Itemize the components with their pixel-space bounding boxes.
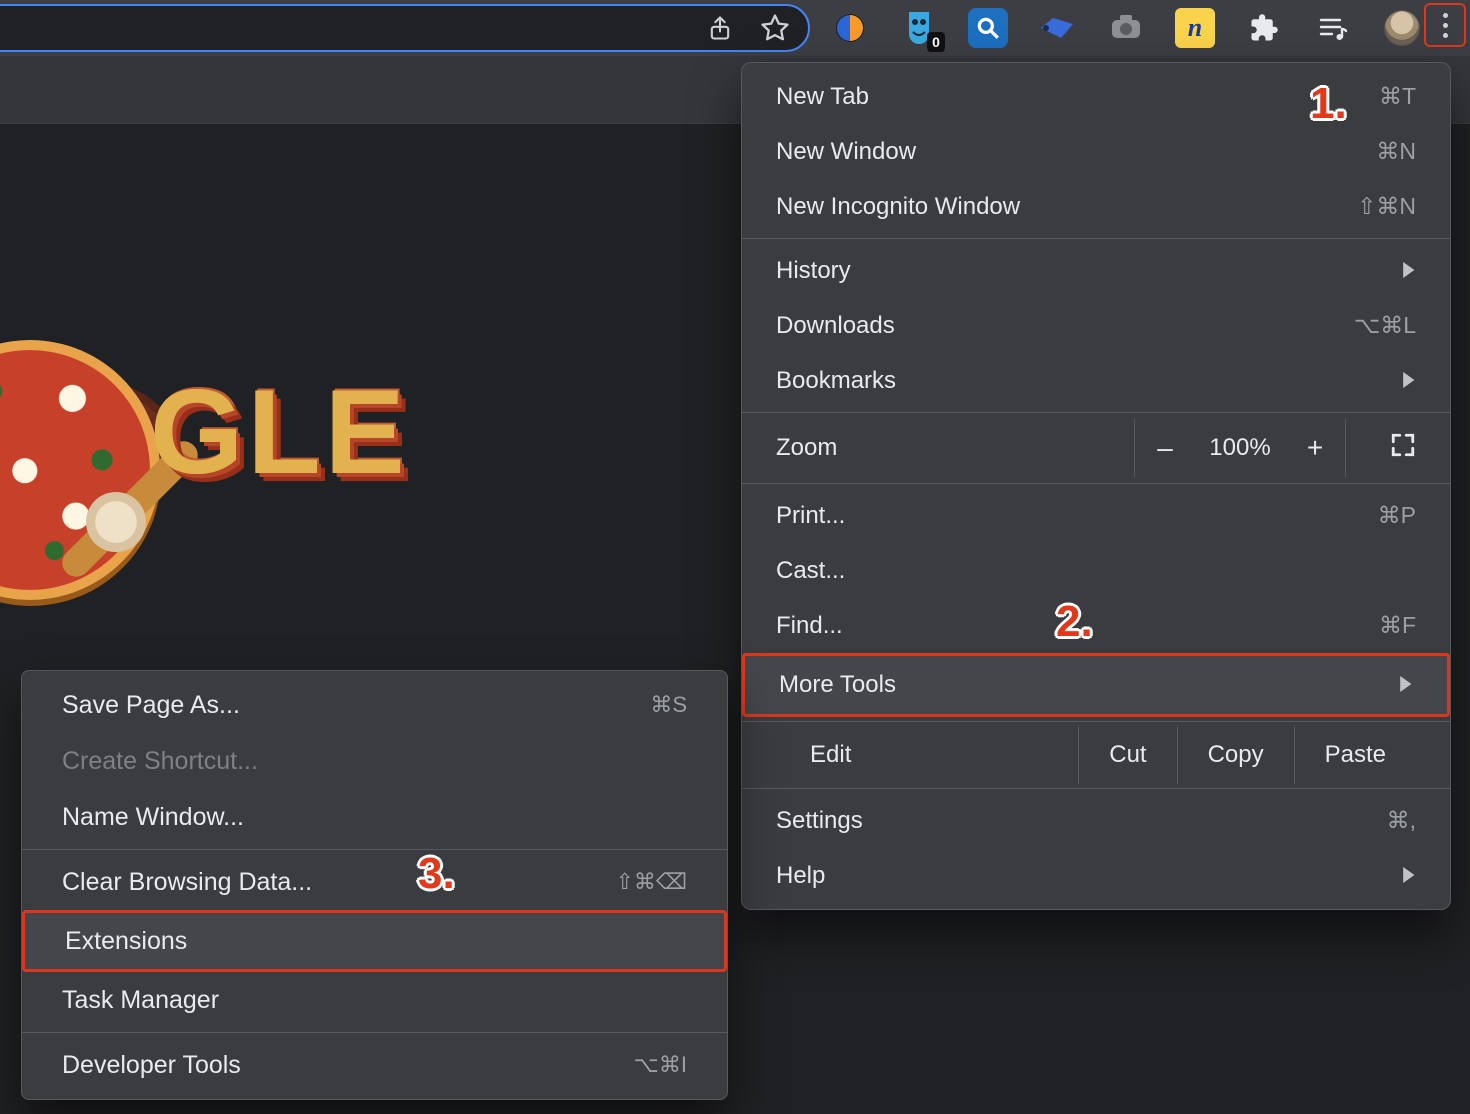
annotation-2: 2.: [1056, 600, 1093, 644]
menu-item-label: New Incognito Window: [776, 193, 1020, 221]
extension-icon-4[interactable]: [1037, 8, 1077, 48]
menu-item-label: New Window: [776, 138, 916, 166]
chevron-right-icon: [1400, 367, 1416, 395]
menu-help[interactable]: Help: [742, 848, 1450, 903]
menu-item-label: Downloads: [776, 312, 895, 340]
menu-shortcut: ⌘S: [650, 692, 687, 718]
menu-print[interactable]: Print... ⌘P: [742, 488, 1450, 543]
menu-separator: [22, 1032, 727, 1033]
chrome-main-menu: New Tab ⌘T New Window ⌘N New Incognito W…: [741, 62, 1451, 910]
profile-avatar[interactable]: [1382, 8, 1422, 48]
menu-item-label: Task Manager: [62, 986, 219, 1015]
menu-shortcut: ⌘P: [1378, 502, 1416, 529]
menu-downloads[interactable]: Downloads ⌥⌘L: [742, 298, 1450, 353]
submenu-extensions-highlight: Extensions: [22, 910, 727, 972]
menu-item-label: Print...: [776, 502, 845, 530]
menu-item-label: Create Shortcut...: [62, 747, 258, 776]
menu-shortcut: ⌘,: [1387, 807, 1416, 834]
menu-item-label: Edit: [776, 726, 851, 784]
extension-icon-5[interactable]: [1106, 8, 1146, 48]
menu-separator: [742, 238, 1450, 239]
menu-item-label: Name Window...: [62, 803, 244, 832]
menu-settings[interactable]: Settings ⌘,: [742, 793, 1450, 848]
media-control-icon[interactable]: [1313, 8, 1353, 48]
edit-cut-button[interactable]: Cut: [1078, 726, 1176, 784]
submenu-extensions[interactable]: Extensions: [25, 913, 724, 969]
menu-shortcut: ⇧⌘⌫: [615, 869, 687, 895]
submenu-name-window[interactable]: Name Window...: [22, 789, 727, 845]
fullscreen-icon[interactable]: [1390, 432, 1416, 465]
menu-shortcut: ⌘F: [1379, 612, 1416, 639]
zoom-out-button[interactable]: –: [1135, 432, 1195, 464]
menu-more-tools[interactable]: More Tools: [745, 656, 1447, 714]
menu-find[interactable]: Find... ⌘F: [742, 598, 1450, 653]
extension-icon-1[interactable]: [830, 8, 870, 48]
submenu-create-shortcut: Create Shortcut...: [22, 733, 727, 789]
menu-item-label: Clear Browsing Data...: [62, 868, 312, 897]
menu-shortcut: ⌘N: [1376, 138, 1416, 165]
zoom-in-button[interactable]: +: [1285, 432, 1345, 464]
menu-new-incognito[interactable]: New Incognito Window ⇧⌘N: [742, 179, 1450, 234]
menu-item-label: Save Page As...: [62, 691, 240, 720]
annotation-3: 3.: [418, 852, 455, 896]
menu-new-window[interactable]: New Window ⌘N: [742, 124, 1450, 179]
extensions-puzzle-icon[interactable]: [1244, 8, 1284, 48]
divider: [1345, 419, 1346, 477]
menu-more-tools-highlight: More Tools: [742, 653, 1450, 717]
submenu-clear-browsing-data[interactable]: Clear Browsing Data... ⇧⌘⌫: [22, 854, 727, 910]
extension-icon-6[interactable]: n: [1175, 8, 1215, 48]
menu-shortcut: ⌥⌘L: [1354, 312, 1416, 339]
menu-separator: [22, 849, 727, 850]
annotation-1: 1.: [1310, 82, 1347, 126]
menu-separator: [742, 788, 1450, 789]
menu-separator: [742, 412, 1450, 413]
doodle-knob: [86, 492, 146, 552]
menu-shortcut: ⌘T: [1379, 83, 1416, 110]
browser-toolbar: 0 n: [0, 0, 1470, 56]
menu-item-label: Developer Tools: [62, 1051, 241, 1080]
menu-shortcut: ⌥⌘I: [634, 1052, 687, 1078]
chevron-right-icon: [1400, 862, 1416, 890]
menu-history[interactable]: History: [742, 243, 1450, 298]
menu-item-label: History: [776, 257, 851, 285]
extension-icon-2[interactable]: 0: [899, 8, 939, 48]
menu-shortcut: ⇧⌘N: [1357, 193, 1416, 220]
zoom-value: 100%: [1195, 434, 1285, 462]
menu-item-label: Bookmarks: [776, 367, 896, 395]
more-tools-submenu: Save Page As... ⌘S Create Shortcut... Na…: [21, 670, 728, 1100]
chrome-menu-button[interactable]: [1424, 3, 1466, 47]
menu-item-label: Zoom: [776, 434, 837, 462]
edit-copy-button[interactable]: Copy: [1177, 726, 1294, 784]
menu-separator: [742, 483, 1450, 484]
chevron-right-icon: [1397, 671, 1413, 699]
submenu-save-page-as[interactable]: Save Page As... ⌘S: [22, 677, 727, 733]
menu-item-label: New Tab: [776, 83, 869, 111]
extension-icon-3[interactable]: [968, 8, 1008, 48]
extension-badge: 0: [927, 32, 945, 52]
chevron-right-icon: [1400, 257, 1416, 285]
submenu-task-manager[interactable]: Task Manager: [22, 972, 727, 1028]
submenu-developer-tools[interactable]: Developer Tools ⌥⌘I: [22, 1037, 727, 1093]
menu-bookmarks[interactable]: Bookmarks: [742, 353, 1450, 408]
menu-item-label: More Tools: [779, 671, 896, 699]
address-bar[interactable]: [0, 4, 810, 52]
menu-cast[interactable]: Cast...: [742, 543, 1450, 598]
menu-item-label: Extensions: [65, 927, 187, 956]
menu-separator: [742, 721, 1450, 722]
star-icon[interactable]: [760, 13, 790, 43]
edit-paste-button[interactable]: Paste: [1294, 726, 1416, 784]
menu-edit-row: Edit Cut Copy Paste: [742, 726, 1450, 784]
menu-item-label: Cast...: [776, 557, 845, 585]
menu-item-label: Settings: [776, 807, 863, 835]
menu-zoom-row: Zoom – 100% +: [742, 417, 1450, 479]
menu-item-label: Help: [776, 862, 825, 890]
menu-item-label: Find...: [776, 612, 843, 640]
doodle-letters: GLE: [150, 372, 409, 492]
share-icon[interactable]: [706, 14, 734, 42]
